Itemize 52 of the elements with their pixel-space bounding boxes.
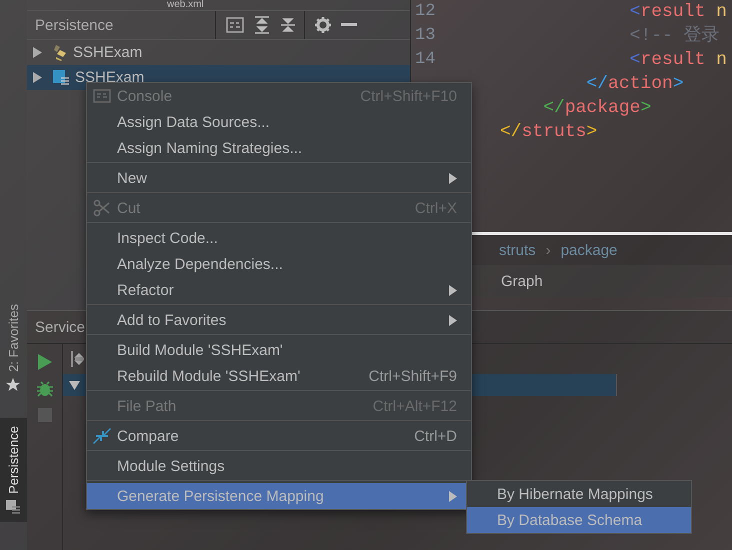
expand-all-icon[interactable]: [71, 350, 85, 368]
submenu-arrow-icon: [449, 172, 457, 184]
code-line: <!-- 登录: [628, 24, 721, 48]
menu-item[interactable]: Add to Favorites: [87, 307, 471, 333]
menu-item[interactable]: Compare Ctrl+D: [87, 423, 471, 449]
menu-item[interactable]: Build Module 'SSHExam': [87, 337, 471, 363]
query-console-icon: [93, 88, 111, 104]
tool-window-tab[interactable]: 2: Favorites: [0, 296, 27, 400]
code-line: </action>: [585, 73, 685, 96]
expand-arrow-icon[interactable]: [33, 47, 42, 58]
settings-icon[interactable]: [315, 17, 331, 33]
minimize-icon[interactable]: [341, 23, 357, 27]
module-icon: [53, 70, 69, 86]
line-number: 13: [415, 25, 436, 47]
compare-arrows-icon: [92, 427, 112, 445]
submenu-arrow-icon: [449, 284, 457, 296]
menu-item[interactable]: Rebuild Module 'SSHExam' Ctrl+Shift+F9: [87, 363, 471, 389]
panel-title: Persistence: [34, 16, 114, 34]
menu-item[interactable]: Analyze Dependencies...: [87, 251, 471, 277]
code-line: </package>: [542, 97, 652, 120]
tool-window-tab[interactable]: Persistence: [0, 418, 27, 522]
query-console-icon[interactable]: [226, 17, 244, 33]
panel-title: Service: [35, 318, 86, 336]
menu-item[interactable]: Refactor: [87, 277, 471, 303]
expand-all-icon[interactable]: [254, 16, 270, 34]
tree-item[interactable]: SSHExam: [27, 40, 410, 65]
menu-item[interactable]: Assign Naming Strategies...: [87, 135, 471, 161]
editor-tab[interactable]: Graph: [501, 272, 543, 290]
code-line: <result n: [628, 49, 727, 72]
hibernate-icon: [53, 44, 67, 62]
menu-item[interactable]: Module Settings: [87, 453, 471, 479]
scissors-icon: [93, 199, 111, 217]
star-icon: [6, 378, 20, 392]
line-number: 14: [415, 49, 436, 71]
bug-icon[interactable]: [36, 381, 52, 397]
file-tab[interactable]: web.xml: [167, 0, 204, 10]
breadcrumb[interactable]: package: [560, 242, 618, 258]
breadcrumb[interactable]: struts: [499, 242, 536, 258]
submenu-arrow-icon: [449, 314, 457, 326]
persistence-icon: [6, 500, 20, 514]
collapse-all-icon[interactable]: [280, 16, 296, 34]
menu-item[interactable]: New: [87, 165, 471, 191]
submenu-arrow-icon: [449, 490, 457, 502]
collapse-arrow-icon[interactable]: [69, 380, 80, 390]
expand-arrow-icon[interactable]: [33, 72, 42, 83]
menu-item[interactable]: Assign Data Sources...: [87, 109, 471, 135]
run-icon[interactable]: [38, 354, 52, 370]
code-line: <result n: [628, 1, 727, 24]
menu-item[interactable]: Inspect Code...: [87, 225, 471, 251]
line-number: 12: [415, 1, 436, 23]
code-line: </struts>: [500, 121, 598, 144]
breadcrumb-separator: ›: [546, 242, 551, 258]
